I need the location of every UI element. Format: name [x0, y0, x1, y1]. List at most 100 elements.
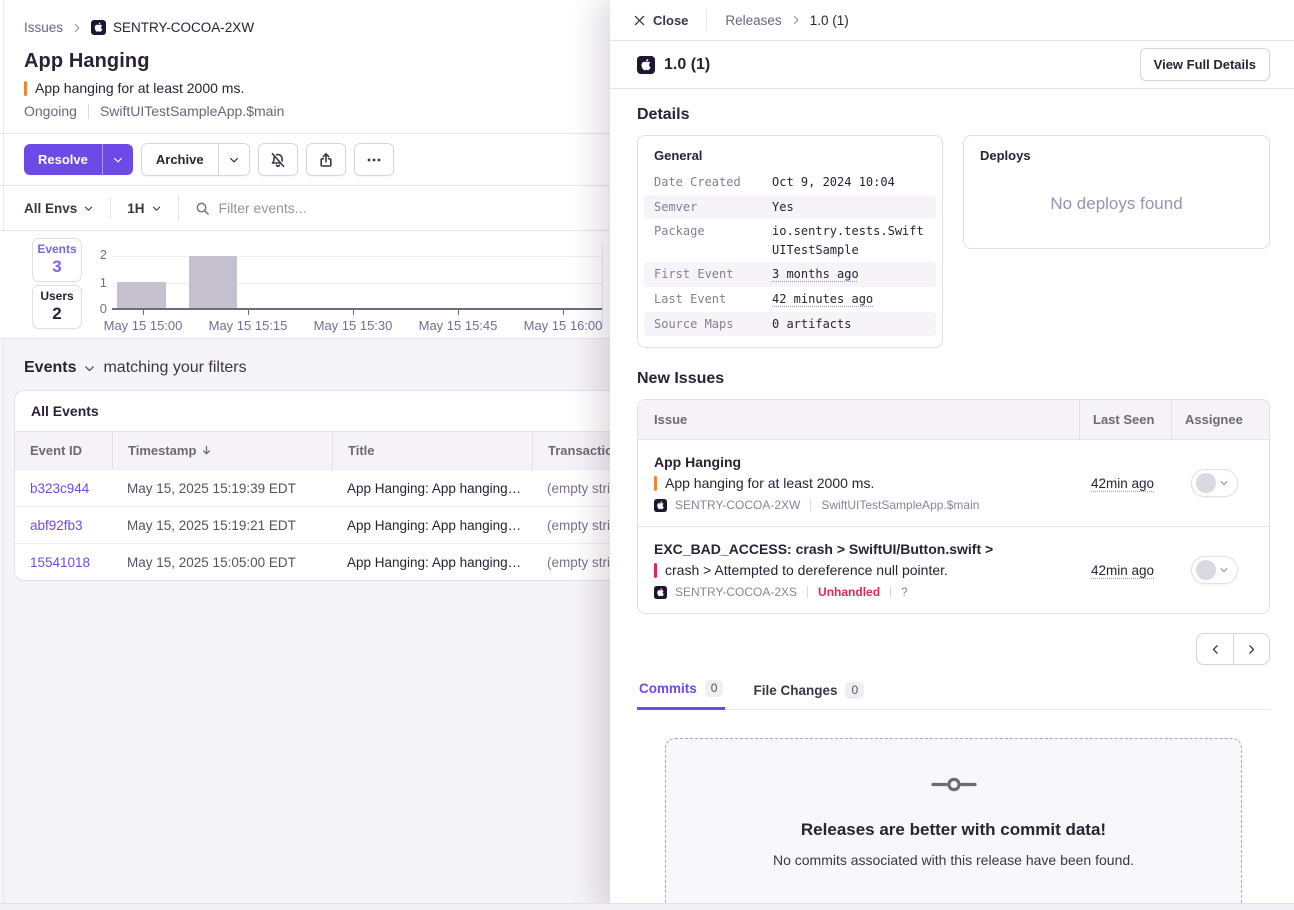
empty-state-title: Releases are better with commit data! — [686, 820, 1221, 840]
kv-row: Semver Yes — [644, 195, 936, 220]
resolve-dropdown-button[interactable] — [102, 144, 133, 175]
event-title: App Hanging: App hanging for at least 20… — [332, 555, 532, 570]
event-id-link[interactable]: 15541018 — [15, 555, 112, 570]
events-stat-value: 3 — [33, 257, 81, 277]
issue-title-link[interactable]: App Hanging — [654, 454, 1063, 470]
users-stat-value: 2 — [33, 304, 81, 324]
column-header-last-seen: Last Seen — [1079, 400, 1171, 439]
resolve-split-button: Resolve — [24, 144, 133, 175]
share-button[interactable] — [306, 143, 346, 176]
drawer-breadcrumb: Releases 1.0 (1) — [725, 13, 848, 28]
kv-value: Oct 9, 2024 10:04 — [772, 173, 895, 192]
breadcrumb-releases-link[interactable]: Releases — [725, 13, 781, 28]
release-title: 1.0 (1) — [664, 56, 710, 74]
page-left-edge — [3, 0, 4, 910]
issue-title-link[interactable]: EXC_BAD_ACCESS: crash > SwiftUI/Button.s… — [654, 541, 1063, 557]
tab-commits-label: Commits — [639, 681, 697, 696]
time-range-dropdown[interactable]: 1H — [127, 201, 161, 216]
users-stat-label: Users — [33, 289, 81, 303]
chevron-down-icon — [112, 154, 124, 166]
issue-row[interactable]: EXC_BAD_ACCESS: crash > SwiftUI/Button.s… — [638, 526, 1269, 613]
more-actions-button[interactable] — [354, 143, 394, 176]
tab-commits-count-badge: 0 — [705, 680, 724, 697]
breadcrumb-issues-link[interactable]: Issues — [24, 20, 63, 35]
axis-tick — [248, 310, 249, 315]
issue-message: App hanging for at least 2000 ms. — [35, 80, 244, 96]
drawer-header: Close Releases 1.0 (1) — [610, 0, 1294, 41]
column-header-event-id[interactable]: Event ID — [15, 432, 112, 469]
environment-dropdown[interactable]: All Envs — [24, 201, 94, 216]
event-title: App Hanging: App hanging for at least 20… — [332, 518, 532, 533]
archive-button[interactable]: Archive — [141, 143, 218, 176]
level-indicator — [24, 81, 27, 96]
tab-file-changes[interactable]: File Changes 0 — [751, 678, 866, 710]
apple-platform-icon — [654, 586, 667, 599]
column-header-issue: Issue — [638, 400, 1079, 439]
commit-icon — [931, 776, 977, 793]
events-stat-toggle[interactable]: Events 3 — [32, 238, 82, 282]
view-full-details-button[interactable]: View Full Details — [1140, 48, 1270, 81]
breadcrumb-current: SENTRY-COCOA-2XW — [91, 20, 254, 35]
commits-empty-state: Releases are better with commit data! No… — [665, 738, 1242, 910]
issue-context: SwiftUITestSampleApp.$main — [100, 103, 284, 119]
kv-value-last-event[interactable]: 42 minutes ago — [772, 290, 873, 309]
issue-last-seen[interactable]: 42min ago — [1091, 563, 1154, 578]
assignee-dropdown[interactable] — [1191, 556, 1238, 584]
help-question-mark[interactable]: ? — [901, 585, 908, 599]
sort-desc-icon — [200, 444, 213, 457]
archive-dropdown-button[interactable] — [218, 143, 250, 176]
release-details-drawer: Close Releases 1.0 (1) 1.0 (1) View Full… — [610, 0, 1294, 910]
event-timestamp: May 15, 2025 15:05:00 EDT — [112, 555, 332, 570]
x-axis-label: May 15 15:00 — [104, 318, 183, 333]
kv-row: First Event 3 months ago — [644, 262, 936, 287]
chevron-down-icon — [1219, 565, 1229, 575]
event-id-link[interactable]: b323c944 — [15, 481, 112, 496]
column-header-timestamp[interactable]: Timestamp — [112, 432, 332, 469]
kv-key: Source Maps — [654, 315, 772, 334]
apple-platform-icon — [91, 20, 106, 35]
avatar — [1196, 560, 1216, 580]
divider — [706, 10, 707, 30]
chevron-down-icon — [83, 203, 94, 214]
chevron-down-icon[interactable] — [83, 362, 96, 375]
tab-commits[interactable]: Commits 0 — [637, 678, 725, 710]
issue-status: Ongoing — [24, 103, 77, 119]
x-axis-label: May 15 16:00 — [524, 318, 603, 333]
new-issues-table: Issue Last Seen Assignee App Hanging App… — [637, 399, 1270, 614]
kv-key: Package — [654, 222, 772, 259]
next-page-button[interactable] — [1233, 634, 1269, 664]
kv-value-first-event[interactable]: 3 months ago — [772, 265, 859, 284]
chevron-left-icon — [1209, 643, 1222, 656]
mute-button[interactable] — [258, 143, 298, 176]
breadcrumb-short-id: SENTRY-COCOA-2XW — [113, 20, 254, 35]
resolve-button[interactable]: Resolve — [24, 144, 102, 175]
level-indicator — [654, 476, 657, 491]
apple-platform-icon — [637, 56, 655, 74]
ellipsis-icon — [366, 152, 382, 168]
divider — [110, 196, 111, 220]
chevron-right-icon — [790, 14, 802, 26]
users-stat-toggle[interactable]: Users 2 — [32, 285, 82, 329]
y-axis-tick: 0 — [89, 301, 107, 316]
y-axis-tick: 2 — [89, 247, 107, 262]
chevron-down-icon — [151, 203, 162, 214]
bell-slash-icon — [270, 152, 286, 168]
filter-events-input[interactable] — [219, 200, 519, 216]
close-drawer-button[interactable]: Close — [633, 13, 688, 28]
issue-message: App hanging for at least 2000 ms. — [665, 475, 874, 491]
assignee-dropdown[interactable] — [1191, 469, 1238, 497]
share-icon — [318, 152, 334, 168]
kv-value: io.sentry.tests.SwiftUITestSample — [772, 222, 926, 259]
issue-last-seen[interactable]: 42min ago — [1091, 476, 1154, 491]
column-header-title[interactable]: Title — [332, 432, 532, 469]
avatar — [1196, 473, 1216, 493]
events-section-subtitle: matching your filters — [103, 359, 246, 377]
previous-page-button[interactable] — [1197, 634, 1233, 664]
deploys-card: Deploys No deploys found — [963, 135, 1270, 249]
source-maps-link[interactable]: 0 artifacts — [772, 315, 851, 334]
events-dataset-dropdown-label: Events — [24, 359, 76, 377]
event-timestamp: May 15, 2025 15:19:21 EDT — [112, 518, 332, 533]
issue-row[interactable]: App Hanging App hanging for at least 200… — [638, 439, 1269, 526]
horizontal-scrollbar[interactable] — [0, 903, 1294, 910]
event-id-link[interactable]: abf92fb3 — [15, 518, 112, 533]
